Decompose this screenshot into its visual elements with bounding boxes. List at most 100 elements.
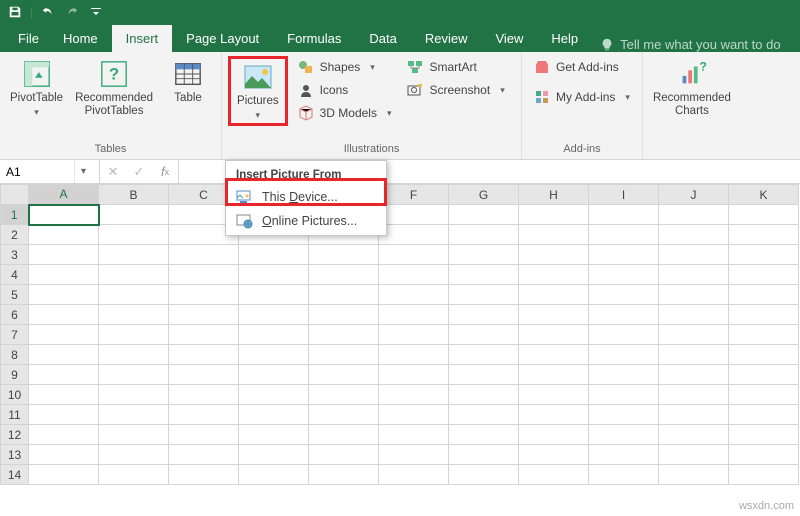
redo-button[interactable] [61, 2, 83, 22]
cell[interactable] [29, 245, 99, 265]
cell[interactable] [729, 385, 799, 405]
cell[interactable] [659, 445, 729, 465]
row-header[interactable]: 8 [1, 345, 29, 365]
cell[interactable] [589, 205, 659, 225]
tab-review[interactable]: Review [411, 25, 482, 52]
cell[interactable] [169, 445, 239, 465]
cell[interactable] [169, 265, 239, 285]
cell[interactable] [169, 365, 239, 385]
cell[interactable] [379, 205, 449, 225]
3d-models-button[interactable]: 3D Models▾ [292, 102, 398, 124]
cell[interactable] [729, 365, 799, 385]
row-header[interactable]: 1 [1, 205, 29, 225]
cell[interactable] [99, 265, 169, 285]
cell[interactable] [659, 265, 729, 285]
cell[interactable] [659, 305, 729, 325]
cell[interactable] [309, 365, 379, 385]
row-header[interactable]: 12 [1, 425, 29, 445]
cell[interactable] [99, 445, 169, 465]
cell[interactable] [659, 225, 729, 245]
cell[interactable] [659, 325, 729, 345]
cell[interactable] [29, 305, 99, 325]
cell[interactable] [239, 465, 309, 485]
undo-button[interactable] [37, 2, 59, 22]
tab-file[interactable]: File [8, 25, 49, 52]
cell[interactable] [309, 465, 379, 485]
cell[interactable] [29, 405, 99, 425]
cell[interactable] [99, 385, 169, 405]
cell[interactable] [729, 265, 799, 285]
icons-button[interactable]: Icons [292, 79, 398, 101]
cell[interactable] [449, 325, 519, 345]
cell[interactable] [99, 245, 169, 265]
cell[interactable] [379, 405, 449, 425]
tell-me-search[interactable]: Tell me what you want to do [600, 37, 780, 52]
cell[interactable] [519, 385, 589, 405]
cell[interactable] [519, 365, 589, 385]
cell[interactable] [169, 345, 239, 365]
cell[interactable] [239, 345, 309, 365]
cell[interactable] [729, 465, 799, 485]
row-header[interactable]: 10 [1, 385, 29, 405]
pivottable-button[interactable]: PivotTable ▾ [6, 56, 67, 120]
cell[interactable] [169, 305, 239, 325]
cell[interactable] [519, 205, 589, 225]
cell[interactable] [29, 345, 99, 365]
column-header[interactable]: A [29, 185, 99, 205]
cell[interactable] [379, 365, 449, 385]
name-box-input[interactable] [0, 165, 74, 179]
cell[interactable] [589, 365, 659, 385]
cell[interactable] [449, 365, 519, 385]
cell[interactable] [589, 305, 659, 325]
name-box-dropdown[interactable]: ▾ [74, 160, 92, 183]
tab-data[interactable]: Data [355, 25, 410, 52]
cell[interactable] [309, 285, 379, 305]
cell[interactable] [729, 245, 799, 265]
cell[interactable] [29, 205, 99, 225]
cell[interactable] [449, 205, 519, 225]
cell[interactable] [589, 385, 659, 405]
cell[interactable] [449, 465, 519, 485]
cell[interactable] [659, 285, 729, 305]
row-header[interactable]: 14 [1, 465, 29, 485]
cell[interactable] [169, 285, 239, 305]
cell[interactable] [169, 425, 239, 445]
row-header[interactable]: 5 [1, 285, 29, 305]
row-header[interactable]: 4 [1, 265, 29, 285]
cell[interactable] [379, 345, 449, 365]
cell[interactable] [379, 465, 449, 485]
cell[interactable] [29, 225, 99, 245]
cell[interactable] [659, 205, 729, 225]
column-header[interactable]: I [589, 185, 659, 205]
cell[interactable] [309, 305, 379, 325]
tab-formulas[interactable]: Formulas [273, 25, 355, 52]
cell[interactable] [519, 445, 589, 465]
row-header[interactable]: 9 [1, 365, 29, 385]
cell[interactable] [309, 385, 379, 405]
cell[interactable] [99, 285, 169, 305]
smartart-button[interactable]: SmartArt [401, 56, 510, 78]
cell[interactable] [379, 425, 449, 445]
spreadsheet-grid[interactable]: ABCDEFGHIJK1234567891011121314 [0, 184, 800, 485]
cell[interactable] [659, 405, 729, 425]
cell[interactable] [99, 405, 169, 425]
cell[interactable] [169, 405, 239, 425]
cell[interactable] [729, 405, 799, 425]
cell[interactable] [519, 405, 589, 425]
row-header[interactable]: 3 [1, 245, 29, 265]
row-header[interactable]: 7 [1, 325, 29, 345]
column-header[interactable]: H [519, 185, 589, 205]
cell[interactable] [239, 285, 309, 305]
cell[interactable] [309, 405, 379, 425]
cell[interactable] [379, 305, 449, 325]
cell[interactable] [659, 245, 729, 265]
tab-view[interactable]: View [481, 25, 537, 52]
tab-help[interactable]: Help [537, 25, 592, 52]
column-header[interactable]: J [659, 185, 729, 205]
row-header[interactable]: 6 [1, 305, 29, 325]
cell[interactable] [29, 265, 99, 285]
get-addins-button[interactable]: Get Add-ins [528, 56, 636, 78]
cancel-button[interactable]: ✕ [100, 164, 126, 180]
cell[interactable] [589, 285, 659, 305]
cell[interactable] [519, 325, 589, 345]
